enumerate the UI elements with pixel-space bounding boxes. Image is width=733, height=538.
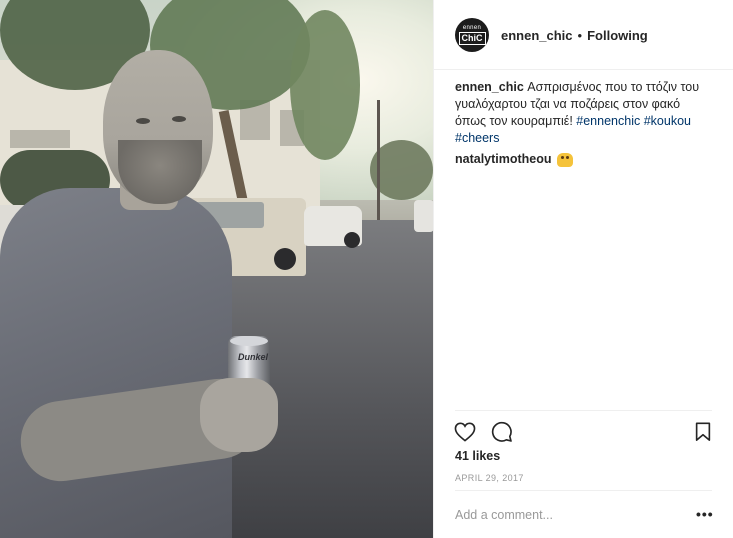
more-options-icon[interactable]: ••• [696, 506, 714, 522]
post-date[interactable]: APRIL 29, 2017 [455, 473, 524, 483]
man-shirt [0, 188, 232, 538]
header-divider [434, 69, 733, 70]
post-header: ennen ChiC ennen_chic • Following [434, 0, 733, 70]
comments-section: ennen_chic Ασπρισμένος που το ττόζιν του… [455, 79, 710, 168]
list-item: natalytimotheou [455, 151, 710, 168]
post-photo[interactable]: Dunkel [0, 0, 433, 538]
following-button[interactable]: Following [587, 28, 648, 43]
utility-pole [377, 100, 380, 220]
comment-username[interactable]: natalytimotheou [455, 151, 552, 168]
panel-divider [433, 0, 434, 538]
man-hand [200, 378, 278, 452]
bookmark-icon [695, 422, 711, 441]
raised-hands-emoji-icon [556, 152, 573, 167]
parked-car-white [304, 206, 362, 248]
heart-icon [454, 422, 476, 442]
input-divider [455, 490, 712, 491]
comment-input[interactable] [455, 506, 685, 524]
separator-dot: • [577, 27, 583, 43]
hashtag-link[interactable]: #koukou [644, 114, 691, 128]
save-button[interactable] [692, 421, 714, 443]
caption-comment: ennen_chic Ασπρισμένος που το ττόζιν του… [455, 79, 710, 147]
comment-button[interactable] [491, 421, 513, 443]
likes-count[interactable]: 41 likes [455, 449, 500, 463]
hashtag-link[interactable]: #cheers [455, 131, 499, 145]
comment-icon [491, 421, 512, 442]
parked-car-far [414, 200, 433, 232]
username-link[interactable]: ennen_chic [501, 28, 573, 43]
like-button[interactable] [454, 421, 476, 443]
avatar[interactable]: ennen ChiC [455, 18, 489, 52]
actions-divider [455, 410, 712, 411]
comment-username[interactable]: ennen_chic [455, 80, 524, 94]
can-brand-text: Dunkel [238, 352, 269, 362]
hashtag-link[interactable]: #ennenchic [576, 114, 640, 128]
